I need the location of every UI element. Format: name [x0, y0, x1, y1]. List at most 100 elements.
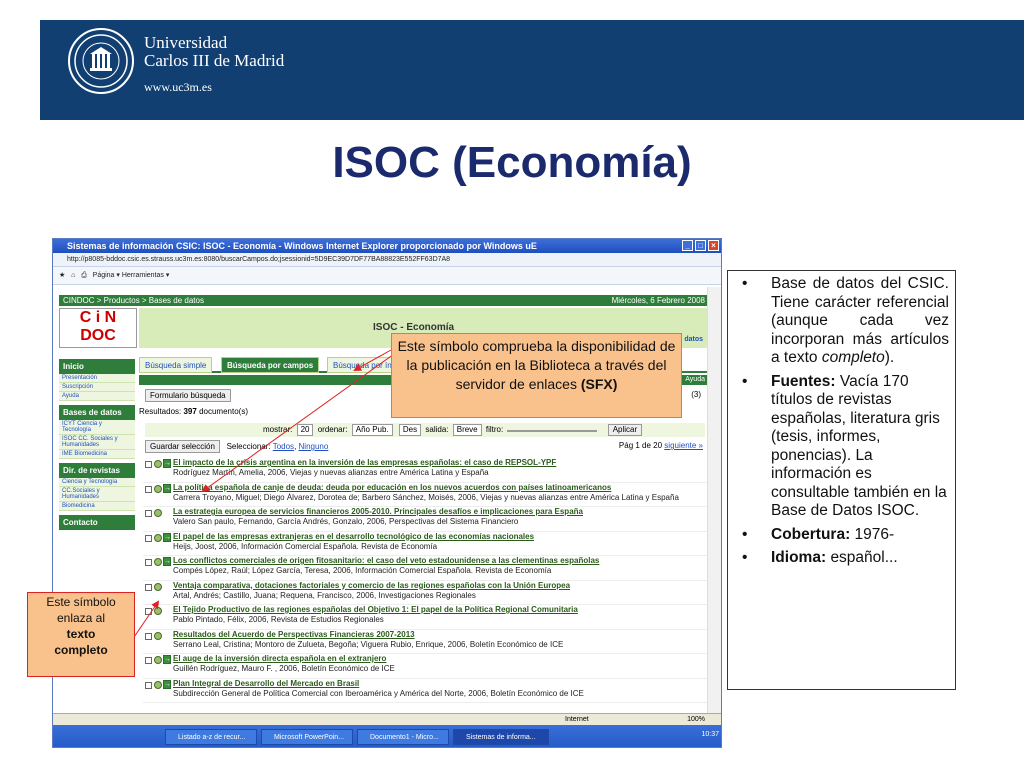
minimize-icon[interactable]: _	[682, 240, 693, 251]
seal-emblem-icon	[74, 34, 128, 88]
record-title[interactable]: Ventaja comparativa, dotaciones factoria…	[173, 581, 709, 591]
record-checkbox[interactable]	[145, 485, 152, 493]
select-all-link[interactable]: Todos	[273, 442, 294, 451]
sfx-link-icon[interactable]	[154, 484, 162, 493]
record-checkbox[interactable]	[145, 657, 152, 664]
record-checkbox[interactable]	[145, 632, 152, 640]
record-title[interactable]: Los conflictos comerciales de origen fit…	[173, 556, 709, 566]
maximize-icon[interactable]: □	[695, 240, 706, 251]
results-count: 397	[183, 407, 197, 416]
cindoc-logo[interactable]: C i N DOC	[59, 308, 137, 348]
sfx-link-icon[interactable]	[154, 558, 162, 566]
record-checkbox[interactable]	[145, 681, 152, 689]
mostrar-label: mostrar:	[263, 425, 293, 434]
filtro-select[interactable]	[507, 430, 598, 432]
tab-busqueda-campos[interactable]: Búsqueda por campos	[221, 357, 320, 373]
sfx-link-icon[interactable]	[154, 533, 162, 542]
sidebar-head-revistas[interactable]: Dir. de revistas	[59, 463, 135, 478]
direction-select[interactable]: Des	[398, 424, 422, 436]
salida-select[interactable]: Breve	[452, 424, 482, 436]
full-text-icon[interactable]: →	[163, 655, 171, 664]
sidebar-item[interactable]: CC.Sociales y Humanidades	[59, 487, 135, 502]
record-checkbox[interactable]	[145, 534, 152, 542]
record-title[interactable]: Resultados del Acuerdo de Perspectivas F…	[173, 630, 709, 640]
mostrar-select[interactable]: 20	[296, 424, 314, 436]
sfx-link-icon[interactable]	[154, 607, 162, 615]
result-record: → Plan Integral de Desarrollo del Mercado…	[143, 679, 709, 703]
record-checkbox[interactable]	[145, 608, 152, 615]
record-checkbox[interactable]	[145, 510, 152, 517]
full-text-icon[interactable]: →	[163, 679, 171, 689]
full-text-icon[interactable]: →	[163, 459, 171, 468]
ordenar-select[interactable]: Año Pub.	[351, 424, 393, 436]
record-title[interactable]: El auge de la inversión directa española…	[173, 654, 709, 664]
guardar-seleccion-button[interactable]: Guardar selección	[145, 440, 220, 453]
sidebar-item[interactable]: Biomedicina	[59, 502, 135, 511]
sfx-link-icon[interactable]	[154, 631, 162, 640]
note-4-text: español...	[830, 549, 898, 566]
sidebar-item[interactable]: Ciencia y Tecnología	[59, 478, 135, 487]
record-checkbox[interactable]	[145, 583, 152, 591]
count-indicator: (3)	[691, 390, 701, 399]
vertical-scrollbar[interactable]	[707, 287, 721, 713]
full-text-icon[interactable]: →	[163, 557, 171, 566]
full-text-icon[interactable]: →	[163, 532, 171, 542]
sidebar-head-bases[interactable]: Bases de datos	[59, 405, 135, 420]
sidebar-item[interactable]: ISOC CC. Sociales y Humanidades	[59, 435, 135, 450]
next-page-link[interactable]: siguiente »	[664, 441, 703, 450]
results-list: → El impacto de la crisis argentina en la…	[143, 458, 709, 703]
tab-busqueda-simple[interactable]: Búsqueda simple	[139, 357, 213, 373]
full-text-icon[interactable]: →	[163, 483, 171, 493]
favorites-star-icon[interactable]: ★	[59, 272, 65, 279]
home-icon[interactable]: ⌂	[71, 272, 75, 279]
sfx-link-icon[interactable]	[154, 582, 162, 591]
taskbar-item[interactable]: Listado a-z de recur...	[165, 729, 257, 745]
sfx-link-icon[interactable]	[154, 656, 162, 664]
sidebar-head-contacto[interactable]: Contacto	[59, 515, 135, 530]
taskbar-item[interactable]: Microsoft PowerPoin...	[261, 729, 353, 745]
sidebar-item[interactable]: Suscripción	[59, 383, 135, 392]
close-icon[interactable]: ×	[708, 240, 719, 251]
record-title[interactable]: El Tejido Productivo de las regiones esp…	[173, 605, 709, 615]
record-title[interactable]: La estrategia europea de servicios finan…	[173, 507, 709, 517]
result-record: → La política española de canje de deuda:…	[143, 483, 709, 507]
aplicar-button[interactable]: Aplicar	[607, 424, 643, 436]
fulltext-callout-bold1: texto	[66, 627, 96, 641]
taskbar-item[interactable]: Sistemas de informa...	[453, 729, 549, 745]
record-checkbox[interactable]	[145, 461, 152, 468]
page-tools-menu[interactable]: Página ▾ Herramientas ▾	[93, 272, 170, 279]
address-url[interactable]: http://p8085-bddoc.csic.es.strauss.uc3m.…	[67, 256, 450, 263]
filtro-label: filtro:	[485, 425, 504, 434]
university-seal-logo	[68, 28, 134, 94]
sfx-link-icon[interactable]	[154, 460, 162, 468]
sidebar-item[interactable]: Presentación	[59, 374, 135, 383]
record-title[interactable]: El impacto de la crisis argentina en la …	[173, 458, 709, 468]
print-icon[interactable]: ⎙	[81, 272, 87, 279]
university-url[interactable]: www.uc3m.es	[144, 80, 212, 95]
record-title[interactable]: El papel de las empresas extranjeras en …	[173, 532, 709, 542]
fulltext-callout-bold2: completo	[54, 643, 108, 657]
address-bar[interactable]: http://p8085-bddoc.csic.es.strauss.uc3m.…	[53, 253, 721, 267]
sfx-callout-bold: (SFX)	[580, 376, 618, 392]
result-record: → El impacto de la crisis argentina en la…	[143, 458, 709, 483]
select-none-link[interactable]: Ninguno	[299, 442, 329, 451]
ayuda-link[interactable]: Ayuda	[685, 375, 705, 385]
browser-toolbar: ★ ⌂ ⎙ Página ▾ Herramientas ▾	[53, 267, 721, 285]
result-record: → El auge de la inversión directa español…	[143, 654, 709, 679]
record-title[interactable]: La política española de canje de deuda: …	[173, 483, 709, 493]
sidebar-head-inicio[interactable]: Inicio	[59, 359, 135, 374]
form-search-button[interactable]: Formulario búsqueda	[145, 389, 231, 402]
sidebar-item[interactable]: ICYT Ciencia y Tecnología	[59, 420, 135, 435]
breadcrumb[interactable]: CINDOC > Productos > Bases de datos	[63, 296, 204, 305]
record-authors: Subdirección General de Política Comerci…	[173, 688, 584, 698]
record-title[interactable]: Plan Integral de Desarrollo del Mercado …	[173, 679, 709, 689]
sfx-callout: Este símbolo comprueba la disponibilidad…	[391, 333, 682, 418]
sidebar-item[interactable]: Ayuda	[59, 392, 135, 401]
sfx-link-icon[interactable]	[154, 509, 162, 517]
sfx-link-icon[interactable]	[154, 680, 162, 689]
status-bar: Internet 100%	[53, 713, 721, 725]
record-checkbox[interactable]	[145, 559, 152, 566]
taskbar-item[interactable]: Documento1 - Micro...	[357, 729, 449, 745]
datos-link[interactable]: datos	[684, 336, 703, 343]
sidebar-item[interactable]: IME Biomedicina	[59, 450, 135, 459]
